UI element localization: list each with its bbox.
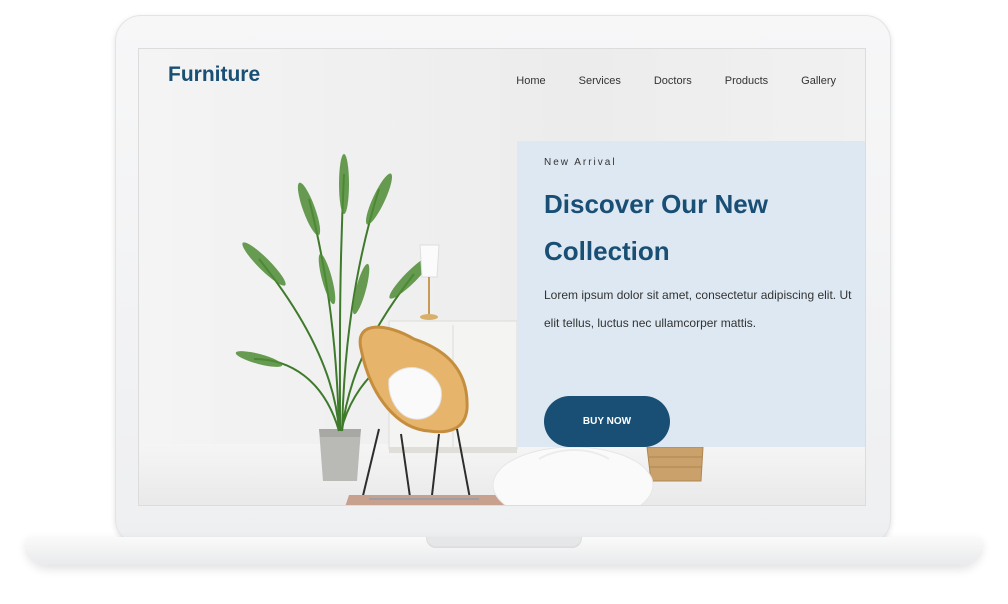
nav-services[interactable]: Services — [579, 75, 621, 87]
basket-image — [646, 446, 704, 482]
hero-description: Lorem ipsum dolor sit amet, consectetur … — [544, 288, 852, 330]
hero-card: New Arrival Discover Our New Collection … — [517, 141, 865, 447]
nav-gallery[interactable]: Gallery — [801, 75, 836, 87]
laptop-notch — [426, 537, 582, 548]
laptop-screen: Furniture Home Services Doctors Products… — [138, 48, 866, 506]
nav-products[interactable]: Products — [725, 75, 768, 87]
hero-eyebrow: New Arrival — [544, 157, 617, 168]
nav-home[interactable]: Home — [516, 75, 545, 87]
nav-doctors[interactable]: Doctors — [654, 75, 692, 87]
brand-logo[interactable]: Furniture — [168, 63, 260, 87]
rug-image — [345, 495, 508, 505]
lamp-image — [419, 244, 440, 320]
pouf-image — [492, 446, 654, 505]
hero-headline: Discover Our New Collection — [544, 189, 768, 266]
main-nav: Home Services Doctors Products Gallery — [516, 75, 836, 87]
buy-now-button[interactable]: BUY NOW — [544, 396, 670, 447]
